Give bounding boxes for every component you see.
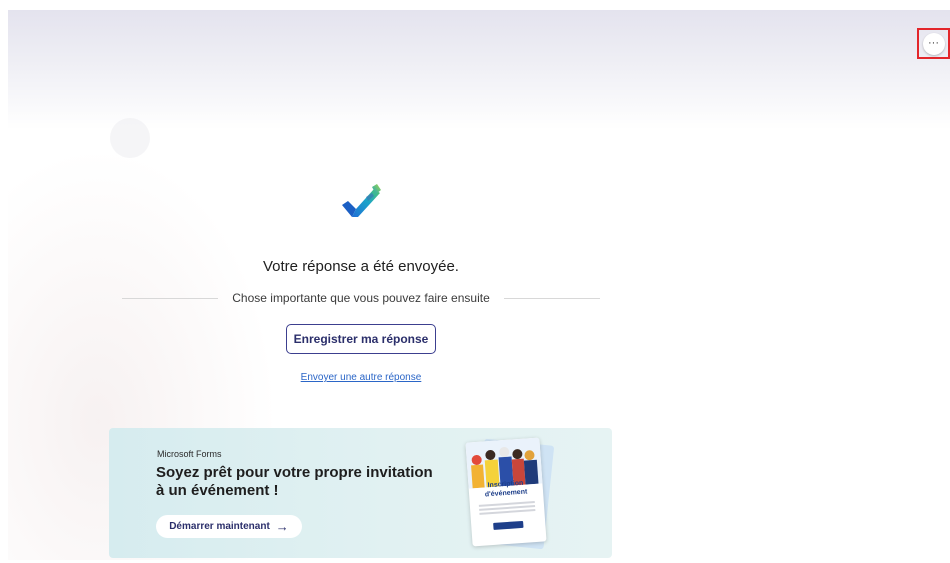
next-steps-divider: Chose importante que vous pouvez faire e… <box>122 290 600 306</box>
divider-line-right <box>503 297 600 299</box>
divider-line-left <box>122 297 219 299</box>
arrow-right-icon: → <box>275 519 289 534</box>
event-flyer-image: Inscription d'événement <box>465 437 555 550</box>
promo-eyebrow: Microsoft Forms <box>157 449 222 459</box>
start-now-label: Démarrer maintenant <box>169 521 270 532</box>
checkmark-icon <box>342 184 381 217</box>
flyer-title: Inscription d'événement <box>484 479 528 499</box>
page: ··· Votre réponse a été envoyée. Chose i… <box>0 0 950 563</box>
confirmation-title: Votre réponse a été envoyée. <box>263 258 459 275</box>
ellipsis-icon[interactable]: ··· <box>922 32 945 55</box>
flyer-cta <box>493 520 524 530</box>
submit-another-response-link[interactable]: Envoyer une autre réponse <box>0 372 722 383</box>
save-response-button[interactable]: Enregistrer ma réponse <box>286 324 436 354</box>
promo-card: Microsoft Forms Soyez prêt pour votre pr… <box>109 428 612 558</box>
start-now-button[interactable]: Démarrer maintenant → <box>156 515 302 538</box>
background-decoration <box>110 118 150 158</box>
next-steps-label: Chose importante que vous pouvez faire e… <box>232 291 490 305</box>
more-options-button[interactable]: ··· <box>917 28 950 59</box>
flyer-card: Inscription d'événement <box>465 437 547 547</box>
flyer-body-text <box>478 501 536 517</box>
promo-title: Soyez prêt pour votre propre invitation … <box>156 464 433 499</box>
